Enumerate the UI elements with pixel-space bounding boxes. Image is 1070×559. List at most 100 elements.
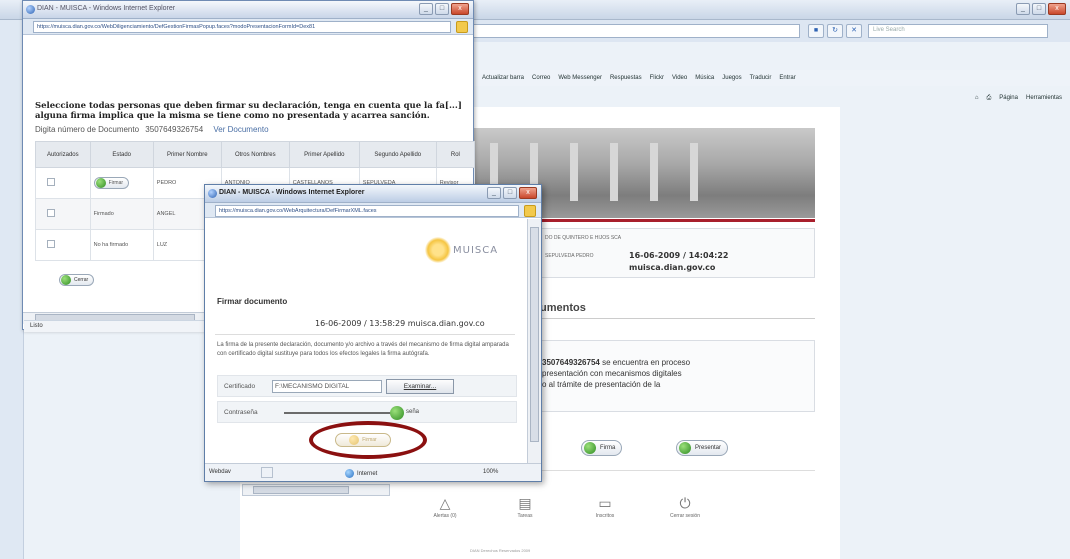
logo-wordmark: MUISCA <box>453 244 499 256</box>
column-header: Primer Nombre <box>152 141 222 168</box>
footer-label: Alertas (0) <box>433 513 457 519</box>
background-address-field[interactable] <box>470 24 800 38</box>
document-label: Digita número de Documento <box>35 125 140 134</box>
stop-icon[interactable]: ✕ <box>846 24 862 38</box>
maximize-icon[interactable]: □ <box>503 187 517 199</box>
print-icon[interactable]: ⎙ <box>986 95 991 102</box>
minimize-icon[interactable]: _ <box>1016 3 1030 15</box>
cerrar-button[interactable]: Cerrar <box>59 274 95 286</box>
green-circle-icon <box>95 177 106 188</box>
section-rule <box>540 318 815 319</box>
maximize-icon[interactable]: □ <box>1032 3 1046 15</box>
ver-documento-link[interactable]: Ver Documento <box>213 125 268 134</box>
presentar-button[interactable]: Presentar <box>676 440 729 456</box>
legal-paragraph: La firma de la presente declaración, doc… <box>217 342 509 357</box>
links-item[interactable]: Actualizar barra <box>482 75 524 81</box>
links-item[interactable]: Video <box>672 75 687 81</box>
footer-inscritos[interactable]: ▭ Inscritos <box>580 495 630 519</box>
links-item[interactable]: Correo <box>532 75 550 81</box>
horizontal-scrollbar[interactable] <box>242 484 390 496</box>
window-title: DIAN - MUISCA - Windows Internet Explore… <box>219 189 365 196</box>
process-line-3: o al trámite de presentación de la <box>542 380 661 389</box>
password-tail-label: seña <box>406 409 420 415</box>
vertical-scrollbar[interactable] <box>527 219 541 464</box>
signers-window-status: Listo <box>24 320 234 332</box>
footer-label: Cerrar sesión <box>669 513 700 519</box>
command-page[interactable]: Página <box>999 95 1018 101</box>
password-row: Contraseña seña <box>217 401 517 423</box>
close-icon[interactable]: x <box>1048 3 1066 15</box>
zoom-level[interactable]: 100% <box>483 469 498 475</box>
ie-icon <box>26 5 35 14</box>
footer-tareas[interactable]: ▤ Tareas <box>500 495 550 519</box>
column-header: Otros Nombres <box>220 141 290 168</box>
process-box: 3507649326754 se encuentra en proceso pr… <box>540 340 815 412</box>
authorize-checkbox[interactable] <box>47 240 55 248</box>
links-item[interactable]: Música <box>695 75 714 81</box>
ie-icon <box>208 189 217 198</box>
links-item[interactable]: Juegos <box>722 75 741 81</box>
firma-button-label: Firma <box>600 445 616 451</box>
globe-icon <box>345 469 354 478</box>
minimize-icon[interactable]: _ <box>419 3 433 15</box>
command-tools[interactable]: Herramientas <box>1026 95 1062 101</box>
close-icon[interactable]: x <box>519 187 537 199</box>
status-panel <box>261 467 273 478</box>
estado-label: Firmar <box>108 179 124 186</box>
bell-icon: △ <box>439 495 451 511</box>
highlight-ellipse <box>309 421 427 459</box>
maximize-icon[interactable]: □ <box>435 3 449 15</box>
estado-cell: Firmado <box>89 198 154 230</box>
home-icon[interactable]: ⌂ <box>975 95 979 101</box>
links-item[interactable]: Traducir <box>750 75 772 81</box>
window-title: DIAN - MUISCA - Windows Internet Explore… <box>37 5 176 12</box>
green-circle-icon <box>61 275 71 285</box>
lock-icon <box>524 205 536 217</box>
document-number: 3507649326754 <box>145 125 204 134</box>
green-circle-icon <box>390 406 404 420</box>
authorize-checkbox[interactable] <box>47 178 55 186</box>
url-field[interactable]: https://muisca.dian.gov.co/WebArquitectu… <box>215 205 519 217</box>
links-item[interactable]: Respuestas <box>610 75 642 81</box>
firma-button[interactable]: Firma <box>581 440 623 456</box>
command-bar: ⌂ ⎙ Página Herramientas <box>470 90 1070 106</box>
zone-label: Internet <box>357 470 378 477</box>
links-item[interactable]: Entrar <box>779 75 795 81</box>
instructions-heading: Seleccione todas personas que deben firm… <box>35 101 462 121</box>
estado-cell: No ha firmado <box>89 229 154 261</box>
authorize-checkbox[interactable] <box>47 209 55 217</box>
links-item[interactable]: Flickr <box>650 75 664 81</box>
column-header: Primer Apellido <box>288 141 360 168</box>
sun-icon <box>425 237 451 263</box>
zone-indicator: Internet <box>345 469 377 478</box>
column-header: Estado <box>89 141 154 168</box>
address-bar: https://muisca.dian.gov.co/WebArquitectu… <box>205 203 541 218</box>
firmar-documento-title: Firmar documento <box>217 297 288 306</box>
certificate-row: Certificado F:\MECANISMO DIGITAL Examina… <box>217 375 517 397</box>
user-info-box: DO DE QUINTERO E HIJOS SCA SEPULVEDA PED… <box>540 228 815 278</box>
copyright: DIAN Derechos Reservados 2009 <box>470 548 531 553</box>
lock-icon <box>456 21 468 33</box>
column-header: Rol <box>435 141 476 168</box>
address-bar: https://muisca.dian.gov.co/WebDiligencia… <box>23 19 473 35</box>
minimize-icon[interactable]: _ <box>487 187 501 199</box>
live-search-input[interactable]: Live Search <box>868 24 1048 38</box>
url-field[interactable]: https://muisca.dian.gov.co/WebDiligencia… <box>33 21 451 33</box>
session-datetime: 16-06-2009 / 14:04:22 <box>629 251 729 260</box>
company-name: DO DE QUINTERO E HIJOS SCA <box>545 235 622 241</box>
footer-cerrar-sesion[interactable]: ⏻ Cerrar sesión <box>660 495 710 519</box>
firmar-row-button[interactable]: Firmar <box>93 176 130 189</box>
links-item[interactable]: Web Messenger <box>558 75 602 81</box>
session-domain: muisca.dian.gov.co <box>629 263 716 272</box>
password-field-line[interactable] <box>284 412 394 414</box>
certificate-path-input[interactable]: F:\MECANISMO DIGITAL <box>272 380 382 393</box>
footer-alertas[interactable]: △ Alertas (0) <box>420 495 470 519</box>
background-address-row: ■ ↻ ✕ Live Search <box>470 20 1070 42</box>
close-icon[interactable]: x <box>451 3 469 15</box>
lock-icon: ■ <box>808 24 824 38</box>
examinar-button[interactable]: Examinar... <box>386 379 454 394</box>
refresh-icon[interactable]: ↻ <box>827 24 843 38</box>
window-titlebar: DIAN - MUISCA - Windows Internet Explore… <box>205 185 541 203</box>
cerrar-button-label: Cerrar <box>74 277 89 283</box>
green-circle-icon <box>679 442 691 454</box>
